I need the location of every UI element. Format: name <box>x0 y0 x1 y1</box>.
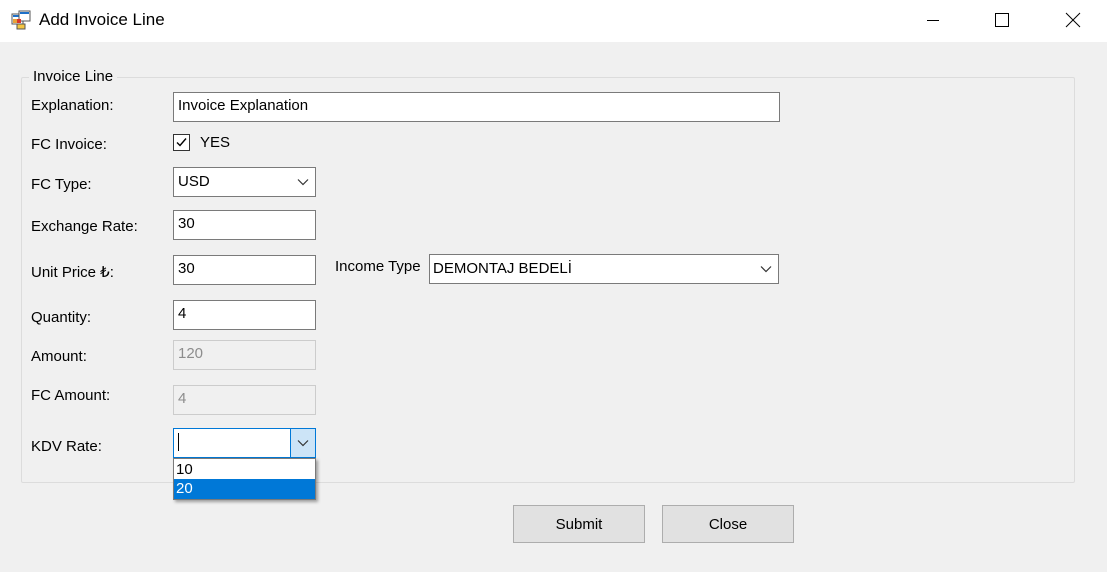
fc-invoice-label: FC Invoice: <box>31 136 107 153</box>
exchange-rate-input[interactable]: 30 <box>173 210 316 240</box>
income-type-label: Income Type <box>335 258 421 275</box>
minimize-button[interactable] <box>910 0 956 40</box>
amount-label: Amount: <box>31 348 87 365</box>
fc-invoice-checkbox-label[interactable]: YES <box>200 134 230 151</box>
title-bar: Add Invoice Line <box>0 0 1107 42</box>
unit-price-input[interactable]: 30 <box>173 255 316 285</box>
kdv-option-20[interactable]: 20 <box>174 479 315 499</box>
kdv-rate-label: KDV Rate: <box>31 438 102 455</box>
fc-type-label: FC Type: <box>31 176 92 193</box>
fc-amount-label: FC Amount: <box>31 387 111 404</box>
group-title: Invoice Line <box>29 68 118 85</box>
quantity-input[interactable]: 4 <box>173 300 316 330</box>
chevron-down-icon[interactable] <box>290 429 315 457</box>
maximize-button[interactable] <box>979 0 1025 40</box>
window-title: Add Invoice Line <box>39 10 165 29</box>
explanation-input[interactable]: Invoice Explanation <box>173 92 780 122</box>
submit-button[interactable]: Submit <box>513 505 645 543</box>
app-icon <box>11 10 31 30</box>
checkmark-icon <box>176 138 187 147</box>
exchange-rate-label: Exchange Rate: <box>31 218 138 235</box>
fc-amount-input: 4 <box>173 385 316 415</box>
fc-type-select[interactable]: USD <box>173 167 316 197</box>
amount-input: 120 <box>173 340 316 370</box>
close-window-button[interactable] <box>1050 0 1096 40</box>
chevron-down-icon <box>754 255 778 283</box>
fc-invoice-checkbox[interactable] <box>173 134 190 151</box>
text-caret <box>178 433 179 451</box>
unit-price-label: Unit Price ₺: <box>31 264 114 281</box>
quantity-label: Quantity: <box>31 309 92 326</box>
explanation-label: Explanation: <box>31 97 114 114</box>
kdv-rate-select[interactable] <box>173 428 316 458</box>
close-button[interactable]: Close <box>662 505 794 543</box>
kdv-rate-dropdown-list: 10 20 <box>173 458 316 500</box>
chevron-down-icon <box>291 168 315 196</box>
income-type-value: DEMONTAJ BEDELİ <box>433 260 572 277</box>
fc-type-value: USD <box>178 173 210 190</box>
minimize-icon <box>926 13 940 27</box>
income-type-select[interactable]: DEMONTAJ BEDELİ <box>429 254 779 284</box>
maximize-icon <box>995 13 1009 27</box>
kdv-option-10[interactable]: 10 <box>174 460 315 480</box>
close-icon <box>1065 12 1081 28</box>
